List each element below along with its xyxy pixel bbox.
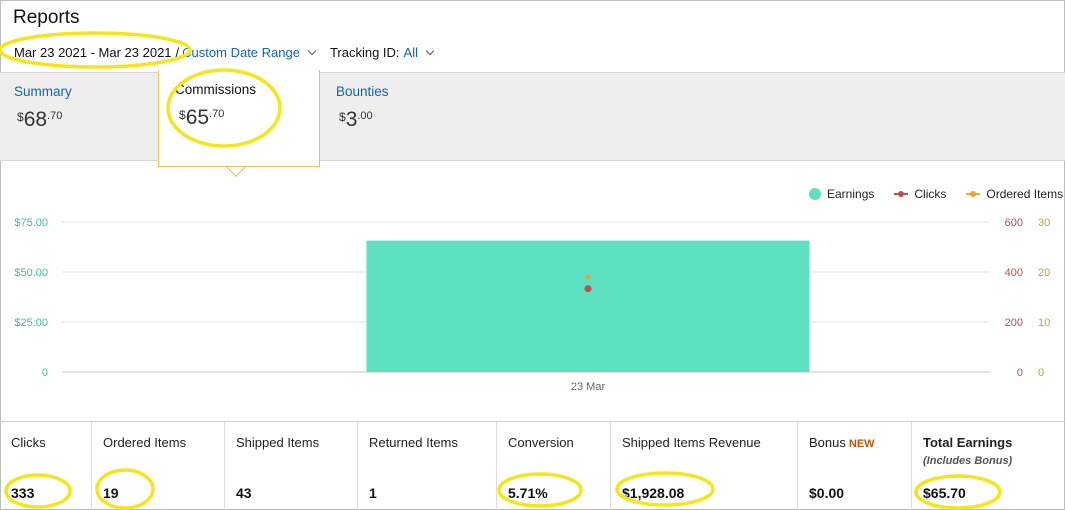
metric-value: 19 — [103, 485, 119, 501]
tab-summary-label[interactable]: Summary — [14, 84, 72, 99]
legend-item-earnings[interactable]: Earnings — [809, 187, 874, 201]
amount-cents: .70 — [47, 110, 63, 122]
metric-value: 5.71% — [508, 485, 548, 501]
legend-item-clicks[interactable]: Clicks — [894, 187, 946, 201]
tab-commissions-label[interactable]: Commissions — [175, 82, 256, 97]
tab-bounties[interactable]: Bounties $3.00 — [320, 73, 480, 161]
metric-value: $0.00 — [809, 485, 845, 501]
date-filter-row: Mar 23 2021 - Mar 23 2021 / Custom Date … — [14, 45, 435, 60]
metric-returned-items: Returned Items 1 — [358, 422, 497, 510]
metric-value: 43 — [236, 485, 252, 501]
date-range-text: Mar 23 2021 - Mar 23 2021 — [14, 45, 172, 60]
metric-conversion: Conversion 5.71% — [497, 422, 611, 510]
tab-commissions-amount: $65.70 — [179, 106, 224, 130]
metric-value: 333 — [11, 485, 35, 501]
clicks-swatch-icon — [894, 191, 909, 197]
chevron-down-icon[interactable] — [425, 46, 435, 56]
chart-legend: Earnings Clicks Ordered Items — [809, 187, 1063, 201]
y-tick-right-ordered: 0 — [1038, 367, 1044, 379]
legend-label: Clicks — [914, 187, 947, 201]
ordered-items-swatch-icon — [966, 191, 981, 197]
metric-value: $65.70 — [923, 485, 966, 501]
y-tick-right-ordered: 30 — [1038, 217, 1050, 229]
legend-label: Earnings — [827, 187, 875, 201]
amount-whole: 3 — [345, 108, 358, 131]
metric-label: Bonus NEW — [809, 435, 875, 450]
tab-summary-amount: $68.70 — [17, 108, 62, 132]
point-ordered-items — [585, 274, 591, 280]
tracking-id-label: Tracking ID: — [329, 45, 400, 60]
metric-label: Clicks — [11, 435, 46, 450]
metric-label: Total Earnings — [923, 435, 1013, 450]
metric-sublabel: (Includes Bonus) — [923, 455, 1013, 467]
bar-earnings — [366, 240, 810, 372]
metric-label: Shipped Items Revenue — [622, 435, 761, 450]
amount-cents: .70 — [209, 108, 225, 120]
y-tick-right-clicks: 200 — [1005, 317, 1023, 329]
tab-bounties-amount: $3.00 — [339, 108, 373, 132]
amount-cents: .00 — [357, 110, 373, 122]
metric-label: Returned Items — [369, 435, 458, 450]
metric-value: $1,928.08 — [622, 485, 685, 501]
currency-symbol: $ — [17, 110, 24, 124]
date-separator: / — [175, 45, 180, 60]
metric-value: 1 — [369, 485, 377, 501]
earnings-swatch-icon — [809, 188, 821, 200]
amount-whole: 68 — [23, 108, 48, 131]
earnings-chart: 0 $25.00 $50.00 $75.00 0 200 400 600 0 10 20 30 23 M… — [14, 217, 1050, 393]
page-title: Reports — [13, 7, 80, 28]
amount-whole: 65 — [185, 106, 210, 129]
y-tick-right-clicks: 400 — [1005, 267, 1023, 279]
chevron-down-icon[interactable] — [307, 46, 317, 56]
metrics-row: Clicks 333 Ordered Items 19 Shipped Item… — [0, 421, 1065, 510]
y-tick-left: 0 — [42, 367, 48, 379]
date-range-dropdown[interactable]: Custom Date Range — [182, 45, 300, 60]
metric-shipped-items-revenue: Shipped Items Revenue $1,928.08 — [611, 422, 798, 510]
metric-total-earnings: Total Earnings (Includes Bonus) $65.70 — [912, 422, 1065, 510]
tab-summary[interactable]: Summary $68.70 — [0, 73, 158, 161]
y-tick-left: $75.00 — [14, 217, 48, 229]
y-tick-left: $25.00 — [14, 317, 48, 329]
metric-clicks: Clicks 333 — [0, 422, 92, 510]
y-tick-right-clicks: 0 — [1017, 367, 1023, 379]
y-tick-right-ordered: 10 — [1038, 317, 1050, 329]
currency-symbol: $ — [179, 108, 186, 122]
y-tick-right-clicks: 600 — [1005, 217, 1023, 229]
point-clicks — [584, 285, 592, 293]
y-tick-left: $50.00 — [14, 267, 48, 279]
metric-shipped-items: Shipped Items 43 — [225, 422, 358, 510]
tab-commissions[interactable]: Commissions $65.70 — [158, 70, 320, 167]
legend-label: Ordered Items — [986, 187, 1064, 201]
metric-label: Shipped Items — [236, 435, 320, 450]
tracking-id-dropdown[interactable]: All — [404, 45, 418, 60]
y-tick-right-ordered: 20 — [1038, 267, 1050, 279]
new-badge: NEW — [848, 438, 875, 450]
metric-label: Conversion — [508, 435, 574, 450]
metric-label: Ordered Items — [103, 435, 187, 450]
x-tick-label: 23 Mar — [571, 381, 606, 393]
metric-ordered-items: Ordered Items 19 — [92, 422, 225, 510]
metric-bonus: Bonus NEW $0.00 — [798, 422, 912, 510]
legend-item-ordered-items[interactable]: Ordered Items — [966, 187, 1063, 201]
bonus-label: Bonus — [809, 435, 846, 450]
tab-bounties-label[interactable]: Bounties — [336, 84, 389, 99]
currency-symbol: $ — [339, 110, 346, 124]
